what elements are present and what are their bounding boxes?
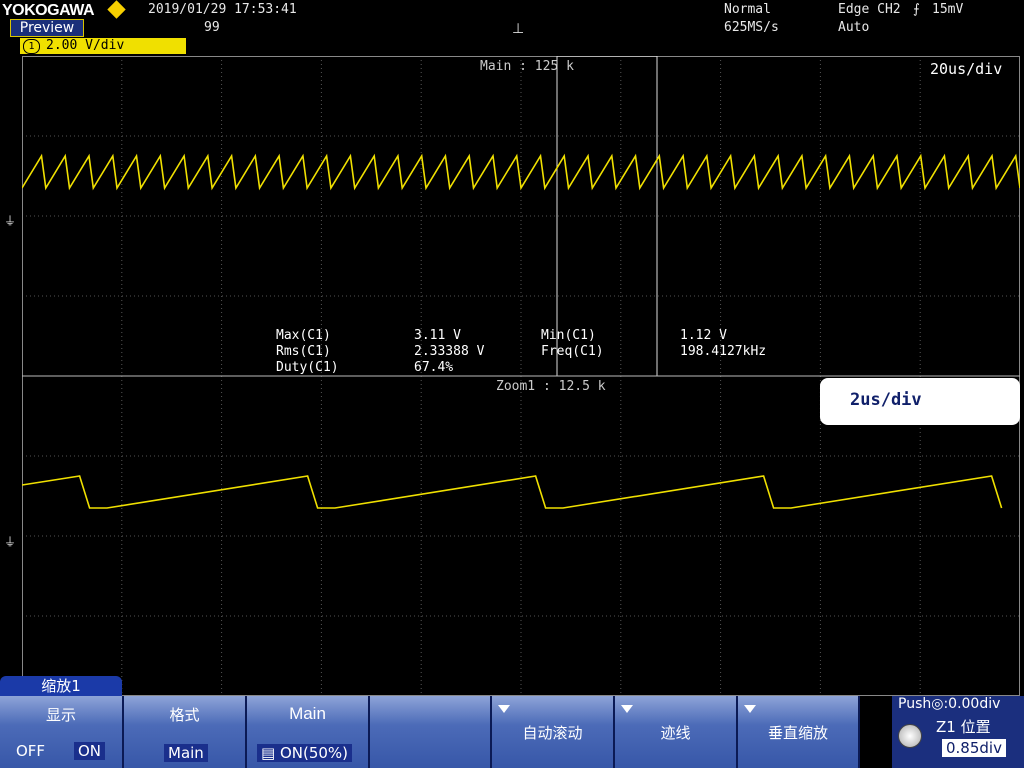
datetime: 2019/01/29 17:53:41	[148, 2, 297, 17]
trigger-mode: Auto	[838, 20, 870, 35]
trigger-slope-icon: ⨍	[913, 2, 920, 17]
main-value-text: ON(50%)	[279, 744, 349, 762]
softkey-title: 格式	[169, 706, 200, 724]
channel-scale: 2.00 V/div	[46, 38, 125, 53]
display-on-option[interactable]: ON	[74, 742, 106, 760]
preview-badge: Preview	[10, 19, 84, 37]
measure-value: 198.4127kHz	[680, 344, 767, 359]
main-softkey[interactable]: Main ▤ ON(50%)	[247, 696, 370, 768]
zoom-timebase-banner: 2us/div	[820, 378, 1020, 425]
menu-arrow-icon	[621, 705, 633, 713]
blank-softkey[interactable]	[370, 696, 492, 768]
softkey-title: Main	[289, 704, 326, 723]
rotary-knob-icon[interactable]	[898, 724, 922, 748]
measure-value: 3.11 V	[414, 328, 461, 343]
ground-marker-icon: ⏚	[4, 535, 17, 549]
softkey-title: 显示	[45, 706, 76, 724]
measure-value: 67.4%	[414, 360, 454, 375]
acquisition-mode: Normal	[724, 2, 771, 17]
channel1-scale-label[interactable]: 1 2.00 V/div	[20, 38, 186, 54]
zoom-position-panel[interactable]: Push◎:0.00div Z1 位置 0.85div	[890, 696, 1024, 768]
menu-arrow-icon	[498, 705, 510, 713]
softkey-title: 自动滚动	[522, 724, 583, 742]
trigger-type: Edge CH2	[838, 2, 901, 17]
main-window-label: Main : 125 k	[480, 59, 574, 74]
push-hint: Push◎:0.00div	[898, 696, 1001, 712]
acquisition-count: 99	[204, 20, 220, 35]
trigger-position-icon: ⊥	[512, 21, 525, 37]
sample-rate: 625MS/s	[724, 20, 779, 35]
main-timebase: 20us/div	[930, 60, 1003, 78]
auto-scroll-softkey[interactable]: 自动滚动	[492, 696, 615, 768]
ground-marker-icon: ⏚	[4, 214, 17, 228]
measure-name: Duty(C1)	[276, 360, 339, 375]
softkey-title: 迹线	[660, 724, 691, 742]
display-softkey[interactable]: 显示 OFF ON	[0, 696, 124, 768]
position-label: Z1 位置	[936, 718, 991, 736]
brand-diamond-icon	[107, 0, 126, 19]
status-header: YOKOGAWA Preview 2019/01/29 17:53:41 99 …	[0, 0, 1024, 38]
trace-softkey[interactable]: 迹线	[615, 696, 738, 768]
display-off-option[interactable]: OFF	[16, 742, 45, 760]
waveform-display[interactable]	[22, 56, 1020, 696]
brand-logo: YOKOGAWA	[2, 2, 95, 19]
measure-name: Rms(C1)	[276, 344, 331, 359]
vertical-zoom-softkey[interactable]: 垂直缩放	[738, 696, 860, 768]
softkey-title: 垂直缩放	[767, 724, 828, 742]
measure-value: 1.12 V	[680, 328, 727, 343]
menu-tab-zoom1[interactable]: 缩放1	[0, 676, 122, 696]
channel-number: 1	[23, 39, 40, 54]
trigger-level: 15mV	[932, 2, 964, 17]
menu-arrow-icon	[744, 705, 756, 713]
zoom-window-label: Zoom1 : 12.5 k	[496, 379, 606, 394]
measure-value: 2.33388 V	[414, 344, 485, 359]
format-softkey[interactable]: 格式 Main	[124, 696, 247, 768]
measure-name: Max(C1)	[276, 328, 331, 343]
position-value[interactable]: 0.85div	[942, 739, 1006, 757]
softkey-bar: 显示 OFF ON 格式 Main Main ▤ ON(50%) 自动滚动 迹线…	[0, 696, 888, 768]
measure-name: Freq(C1)	[541, 344, 604, 359]
main-value: ▤ ON(50%)	[257, 744, 353, 762]
main-window-icon: ▤	[261, 744, 280, 762]
format-value: Main	[164, 744, 208, 762]
zoom-waveform-trace	[22, 475, 1003, 509]
measure-name: Min(C1)	[541, 328, 596, 343]
